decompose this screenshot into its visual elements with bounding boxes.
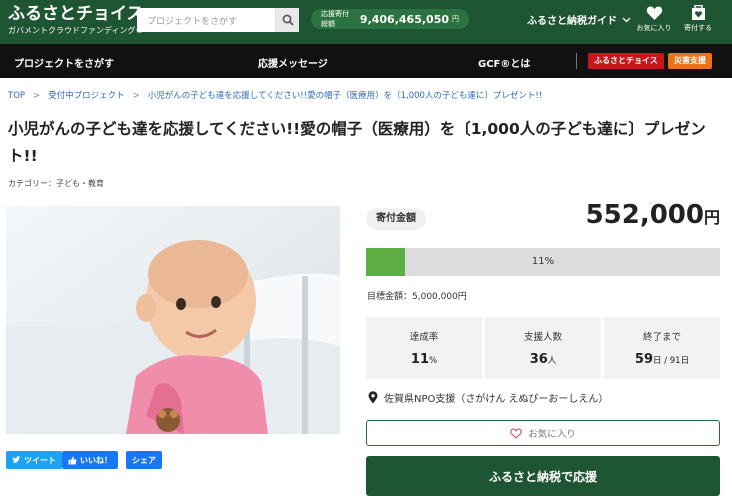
nav-find-projects[interactable]: プロジェクトをさがす: [14, 55, 114, 70]
stat-label: 終了まで: [642, 332, 681, 343]
project-category: カテゴリー：子ども・教育: [8, 179, 104, 188]
nav-divider: [576, 53, 577, 69]
breadcrumb-top[interactable]: TOP: [8, 91, 25, 101]
stat-label: 達成率: [409, 332, 439, 343]
stat-value: 11: [410, 352, 429, 367]
heart-outline-icon: [510, 427, 522, 439]
search-button[interactable]: [275, 8, 299, 32]
donate-box-icon: [691, 5, 705, 20]
add-favorite-button[interactable]: お気に入り: [366, 420, 720, 446]
donation-amount-unit: 円: [703, 208, 720, 227]
stat-unit: 人: [547, 356, 557, 366]
chevron-down-icon: [622, 17, 631, 22]
favorites-label: お気に入り: [636, 24, 672, 32]
stat-label: 支援人数: [523, 332, 562, 343]
breadcrumb-separator: >: [132, 91, 140, 101]
breadcrumb-current: 小児がんの子ども達を応援してください!!愛の帽子（医療用）を〔1,000人の子ど…: [147, 91, 543, 101]
total-label: 応援寄付総額: [321, 10, 349, 28]
logo-main: ふるさとチョイス: [8, 4, 144, 24]
site-logo[interactable]: ふるさとチョイス ガバメントクラウドファンディング®: [8, 3, 144, 36]
search-icon: [282, 14, 294, 26]
stats-panel: 達成率 11% 支援人数 36人 終了まで 59日 / 91日: [366, 317, 720, 379]
tweet-label: ツイート: [24, 455, 56, 465]
search-placeholder: プロジェクトをさがす: [147, 17, 238, 27]
donate-link[interactable]: 寄付する: [680, 5, 716, 33]
goal-amount: 目標金額：5,000,000円: [367, 292, 467, 302]
stat-unit: %: [429, 356, 438, 366]
donate-link-label: 寄付する: [684, 24, 712, 32]
organizer-name[interactable]: 佐賀県NPO支援（さがけん えぬぴーおーしえん）: [384, 390, 608, 405]
furusato-guide-menu[interactable]: ふるさと納税ガイド: [527, 12, 631, 27]
heart-icon: [646, 6, 662, 20]
stat-value: 59: [634, 352, 653, 367]
tweet-button[interactable]: ツイート: [6, 451, 62, 469]
donation-amount-label: 寄付金額: [366, 208, 426, 230]
progress-percent-label: 11%: [531, 256, 555, 267]
top-header: ふるさとチョイス ガバメントクラウドファンディング® プロジェクトをさがす 応援…: [0, 0, 732, 44]
like-label: いいね！: [80, 455, 112, 465]
main-nav: プロジェクトをさがす 応援メッセージ GCF®とは ふるさとチョイス 災害支援: [0, 44, 732, 78]
nav-messages[interactable]: 応援メッセージ: [258, 55, 328, 70]
twitter-bird-icon: [12, 456, 21, 463]
thumbs-up-icon: [68, 456, 77, 464]
stat-supporters: 支援人数 36人: [485, 317, 601, 379]
nav-disaster-support-tag[interactable]: 災害支援: [668, 53, 712, 69]
child-photo-illustration: [6, 206, 340, 434]
total-donation-badge: 応援寄付総額 9,406,465,050 円: [311, 9, 469, 29]
stat-value: 36: [529, 352, 548, 367]
donation-amount: 552,000円: [560, 200, 720, 230]
search-input[interactable]: プロジェクトをさがす: [137, 8, 299, 32]
location-pin-icon: [368, 391, 378, 404]
breadcrumb: TOP > 受付中プロジェクト > 小児がんの子ども達を応援してください!!愛の帽子（医…: [8, 89, 542, 101]
breadcrumb-projects[interactable]: 受付中プロジェクト: [48, 91, 125, 101]
project-organizer: 佐賀県NPO支援（さがけん えぬぴーおーしえん）: [368, 390, 608, 405]
like-button[interactable]: いいね！: [62, 451, 118, 469]
favorites-link[interactable]: お気に入り: [636, 5, 672, 33]
nav-furusato-choice-tag[interactable]: ふるさとチョイス: [588, 53, 664, 69]
project-title: 小児がんの子ども達を応援してください!!愛の帽子（医療用）を〔1,000人の子ど…: [8, 120, 706, 165]
guide-label: ふるさと納税ガイド: [527, 16, 617, 27]
stat-achievement-rate: 達成率 11%: [366, 317, 482, 379]
project-photo: [6, 206, 340, 434]
stat-unit: 日 / 91日: [653, 356, 690, 366]
share-label: シェア: [132, 455, 156, 465]
stat-days-remaining: 終了まで 59日 / 91日: [604, 317, 720, 379]
total-value: 9,406,465,050: [359, 12, 449, 26]
donate-button[interactable]: ふるさと納税で応援: [366, 456, 720, 496]
total-unit: 円: [452, 15, 459, 23]
nav-about-gcf[interactable]: GCF®とは: [478, 55, 530, 70]
donation-amount-value: 552,000: [585, 200, 704, 230]
breadcrumb-separator: >: [33, 91, 41, 101]
progress-bar: 11%: [366, 248, 720, 276]
logo-sub: ガバメントクラウドファンディング®: [8, 26, 144, 35]
facebook-share-button[interactable]: シェア: [126, 451, 162, 469]
add-favorite-label: お気に入り: [528, 429, 576, 440]
